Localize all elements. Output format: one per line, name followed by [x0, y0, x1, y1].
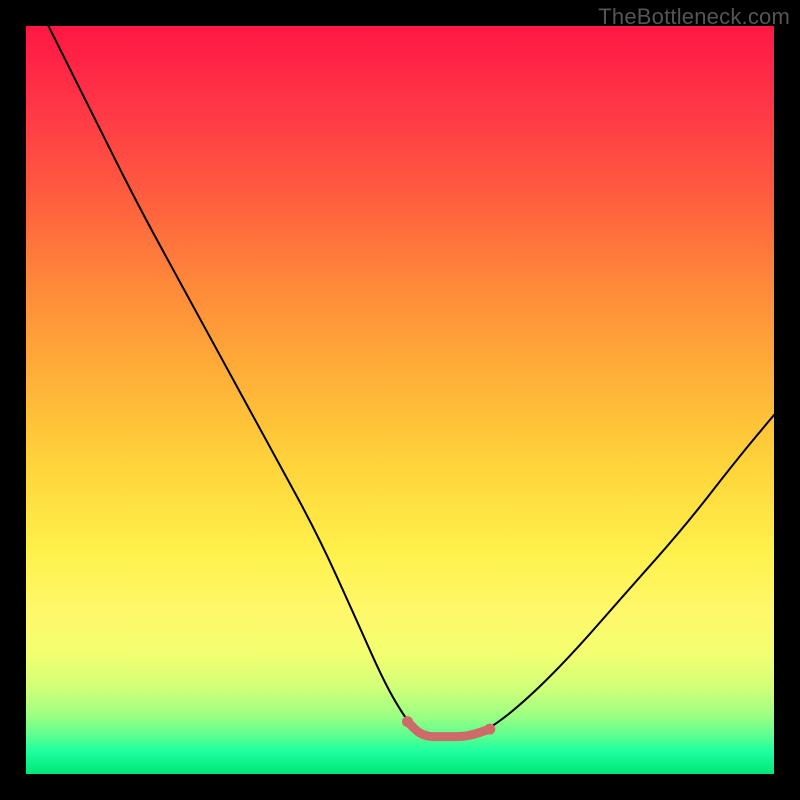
highlight-dot: [402, 716, 413, 727]
highlight-curve-path: [407, 722, 489, 737]
main-curve-path: [48, 26, 774, 737]
highlight-dot: [484, 724, 495, 735]
watermark-text: TheBottleneck.com: [598, 4, 790, 30]
bottleneck-curve-svg: [26, 26, 774, 774]
chart-plot-area: [26, 26, 774, 774]
